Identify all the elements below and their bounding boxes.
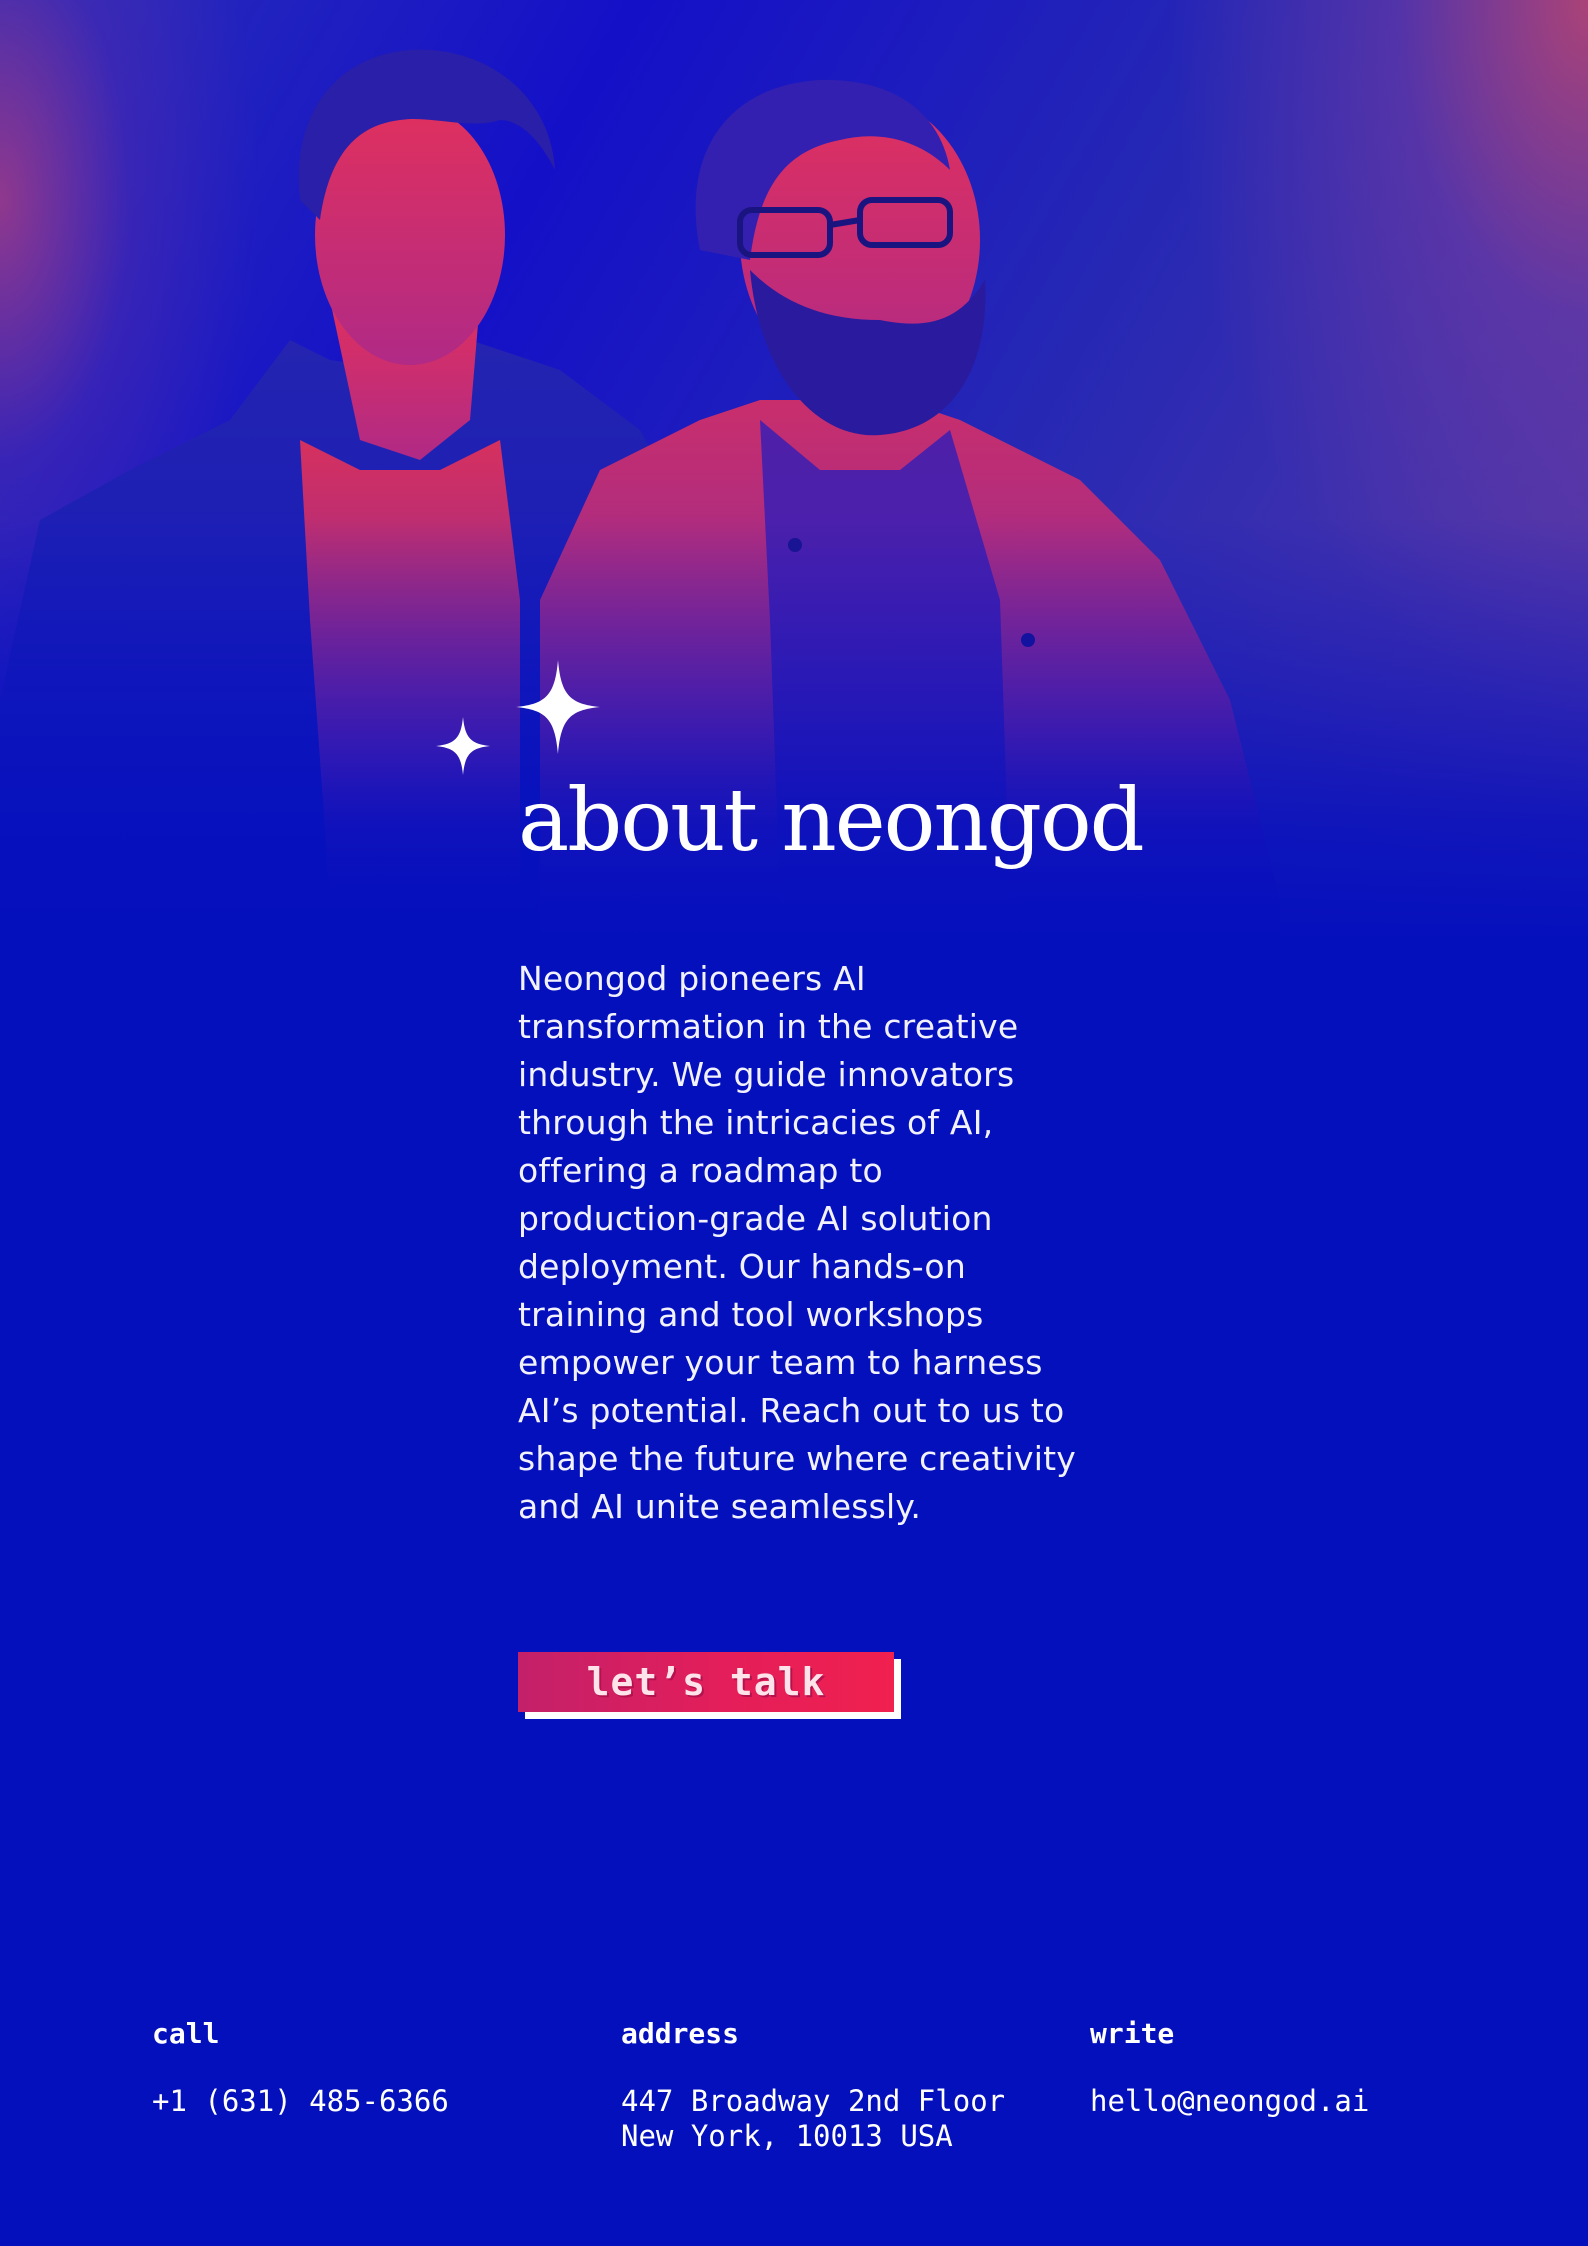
lets-talk-label: let’s talk	[586, 1660, 826, 1704]
button-face: let’s talk	[518, 1652, 894, 1712]
sparkle-icon	[436, 660, 600, 775]
footer-address: address 447 Broadway 2nd Floor New York,…	[621, 2016, 1061, 2154]
footer-write: write hello@neongod.ai	[1090, 2016, 1530, 2119]
email-link[interactable]: hello@neongod.ai	[1090, 2084, 1530, 2119]
address-line-1: 447 Broadway 2nd Floor	[621, 2084, 1006, 2118]
call-heading: call	[152, 2017, 220, 2050]
phone-link[interactable]: +1 (631) 485-6366	[152, 2084, 592, 2119]
write-heading: write	[1090, 2017, 1175, 2050]
footer-call: call +1 (631) 485-6366	[152, 2016, 592, 2119]
lets-talk-button[interactable]: let’s talk	[518, 1652, 901, 1719]
about-description: Neongod pioneers AI transformation in th…	[518, 959, 1076, 1526]
address-heading: address	[621, 2017, 740, 2050]
address-line-2: New York, 10013 USA	[621, 2119, 953, 2153]
page-title: about neongod	[518, 771, 1145, 871]
